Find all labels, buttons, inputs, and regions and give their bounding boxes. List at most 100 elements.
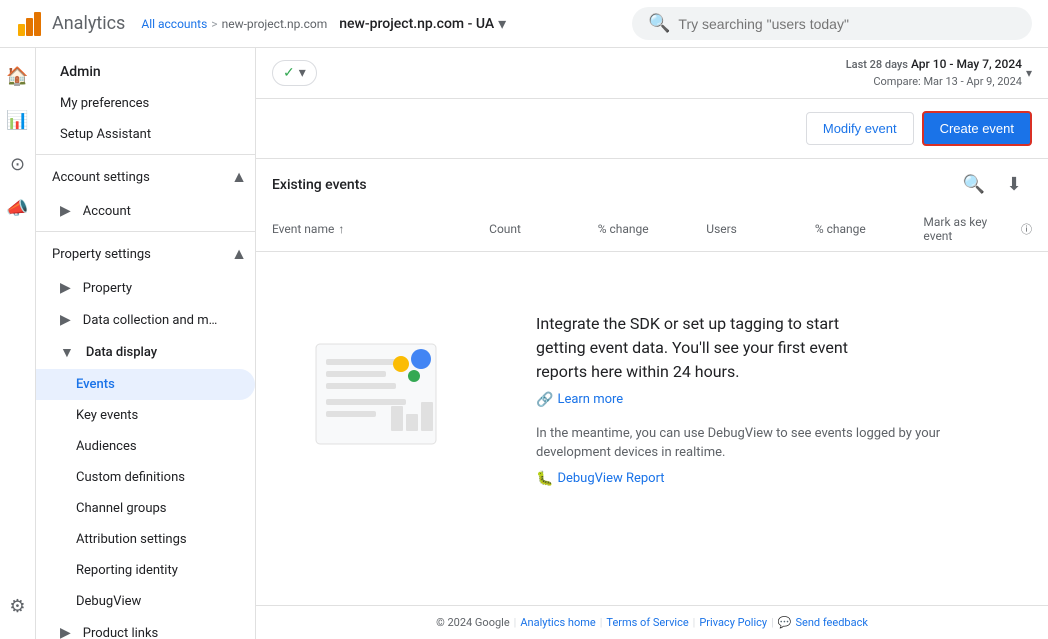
create-event-button[interactable]: Create event [922, 111, 1032, 146]
footer-privacy[interactable]: Privacy Policy [699, 616, 767, 629]
debugview-report-link[interactable]: 🐛 DebugView Report [536, 471, 1008, 487]
sidebar-expand-data-collection[interactable]: ▶ Data collection and modifica... [36, 304, 255, 336]
sidebar-item-my-preferences[interactable]: My preferences [36, 88, 255, 119]
status-chip[interactable]: ✓ ▾ [272, 60, 317, 86]
ga-logo-icon [16, 10, 44, 38]
sidebar-divider-1 [36, 154, 255, 155]
footer-terms[interactable]: Terms of Service [606, 616, 688, 629]
col-users-label: Users [706, 222, 737, 236]
sidebar-sub-reporting-identity[interactable]: Reporting identity [36, 555, 255, 586]
col-mark-key[interactable]: Mark as key event ⓘ [923, 215, 1032, 243]
date-chevron-icon: ▾ [1026, 66, 1032, 80]
sidebar-sub-attribution-settings[interactable]: Attribution settings [36, 524, 255, 555]
col-count[interactable]: Count [489, 215, 598, 243]
setup-assistant-label: Setup Assistant [60, 127, 151, 142]
footer-feedback[interactable]: Send feedback [795, 616, 867, 629]
date-range-value: Apr 10 - May 7, 2024 [911, 57, 1022, 71]
sidebar-expand-product-links[interactable]: ▶ Product links [36, 617, 255, 639]
channel-groups-label: Channel groups [76, 501, 167, 516]
events-download-button[interactable]: ⬇ [996, 167, 1032, 203]
check-icon: ✓ [283, 65, 295, 81]
search-input[interactable] [678, 16, 1016, 32]
sidebar: Admin My preferences Setup Assistant Acc… [36, 48, 256, 639]
expand-icon-property: ▶ [60, 280, 71, 296]
logo-area: Analytics [16, 10, 125, 38]
sidebar-sub-events[interactable]: Events [36, 369, 255, 400]
topbar: Analytics All accounts > new-project.np.… [0, 0, 1048, 48]
date-compare-label: Compare: Mar 13 - Apr 9, 2024 [873, 75, 1022, 88]
attribution-settings-label: Attribution settings [76, 532, 187, 547]
modify-event-button[interactable]: Modify event [806, 112, 914, 145]
sidebar-expand-account[interactable]: ▶ Account [36, 195, 255, 227]
property-settings-label: Property settings [52, 247, 151, 262]
expand-icon-data-display: ▼ [60, 344, 74, 361]
custom-definitions-label: Custom definitions [76, 470, 185, 485]
settings-button[interactable]: ⚙ [5, 588, 29, 625]
col-event-name[interactable]: Event name ↑ [272, 215, 489, 243]
my-preferences-label: My preferences [60, 96, 149, 111]
account-settings-label: Account settings [52, 170, 150, 185]
sidebar-item-setup-assistant[interactable]: Setup Assistant [36, 119, 255, 150]
col-pct-change2[interactable]: % change [815, 215, 924, 243]
content-header: ✓ ▾ Last 28 days Apr 10 - May 7, 2024 Co… [256, 48, 1048, 99]
all-accounts-link[interactable]: All accounts [141, 17, 207, 31]
empty-illustration [296, 334, 476, 464]
chevron-down-status: ▾ [299, 65, 306, 81]
events-toolbar: Modify event Create event [256, 99, 1048, 159]
empty-state-title: Integrate the SDK or set up tagging to s… [536, 312, 856, 384]
sidebar-section-account-settings[interactable]: Account settings ▲ [36, 159, 255, 195]
audiences-label: Audiences [76, 439, 137, 454]
nav-advertising[interactable]: 📣 [4, 188, 32, 228]
sidebar-divider-2 [36, 231, 255, 232]
sidebar-expand-property[interactable]: ▶ Property [36, 272, 255, 304]
date-range[interactable]: Last 28 days Apr 10 - May 7, 2024 Compar… [846, 56, 1032, 90]
col-users[interactable]: Users [706, 215, 815, 243]
nav-home[interactable]: 🏠 [4, 56, 32, 96]
property-name: new-project.np.com - UA [339, 16, 494, 32]
events-search-button[interactable]: 🔍 [956, 167, 992, 203]
expand-icon-account: ▶ [60, 203, 71, 219]
footer: © 2024 Google | Analytics home | Terms o… [256, 605, 1048, 639]
nav-reports[interactable]: 📊 [4, 100, 32, 140]
events-section-header: Existing events 🔍 ⬇ [256, 159, 1048, 207]
events-table-header: Event name ↑ Count % change Users % chan… [256, 207, 1048, 252]
sidebar-expand-data-display[interactable]: ▼ Data display [36, 336, 255, 369]
property-selector[interactable]: new-project.np.com - UA ▾ [339, 14, 506, 33]
sidebar-sub-audiences[interactable]: Audiences [36, 431, 255, 462]
sidebar-sub-debugview[interactable]: DebugView [36, 586, 255, 617]
events-toolbar-icons: 🔍 ⬇ [956, 167, 1032, 203]
footer-analytics-home[interactable]: Analytics home [520, 616, 595, 629]
sidebar-admin-label: Admin [36, 56, 255, 88]
account-settings-chevron: ▲ [231, 167, 247, 187]
col-pct-change[interactable]: % change [598, 215, 707, 243]
data-collection-label: Data collection and modifica... [83, 313, 223, 328]
sidebar-sub-channel-groups[interactable]: Channel groups [36, 493, 255, 524]
key-events-label: Key events [76, 408, 138, 423]
account-name: new-project.np.com [222, 17, 328, 31]
breadcrumb-separator: > [211, 17, 217, 31]
existing-events-title: Existing events [272, 177, 367, 193]
property-label: Property [83, 281, 132, 296]
mark-key-help-icon: ⓘ [1021, 221, 1032, 237]
sidebar-wrapper: Admin My preferences Setup Assistant Acc… [36, 48, 256, 639]
nav-explore[interactable]: ⊙ [4, 144, 32, 184]
product-links-label: Product links [83, 626, 158, 639]
expand-icon-product-links: ▶ [60, 625, 71, 639]
events-content: Existing events 🔍 ⬇ Event name ↑ Count %… [256, 159, 1048, 605]
sidebar-section-property-settings[interactable]: Property settings ▲ [36, 236, 255, 272]
search-bar[interactable]: 🔍 [632, 7, 1032, 40]
date-range-label: Last 28 days [846, 58, 908, 71]
empty-state-svg [296, 334, 476, 464]
property-settings-chevron: ▲ [231, 244, 247, 264]
feedback-icon: 💬 [778, 616, 792, 629]
date-range-text: Last 28 days Apr 10 - May 7, 2024 Compar… [846, 56, 1022, 90]
debugview-label: DebugView [76, 594, 141, 609]
sidebar-sub-key-events[interactable]: Key events [36, 400, 255, 431]
main-layout: 🏠 📊 ⊙ 📣 ⚙ Admin My preferences Setup Ass… [0, 48, 1048, 639]
learn-more-link[interactable]: 🔗 Learn more [536, 392, 1008, 408]
empty-state-text: Integrate the SDK or set up tagging to s… [536, 312, 1008, 487]
sidebar-sub-custom-definitions[interactable]: Custom definitions [36, 462, 255, 493]
empty-state: Integrate the SDK or set up tagging to s… [256, 252, 1048, 547]
col-pct-change-label: % change [598, 222, 649, 236]
col-pct-change2-label: % change [815, 222, 866, 236]
